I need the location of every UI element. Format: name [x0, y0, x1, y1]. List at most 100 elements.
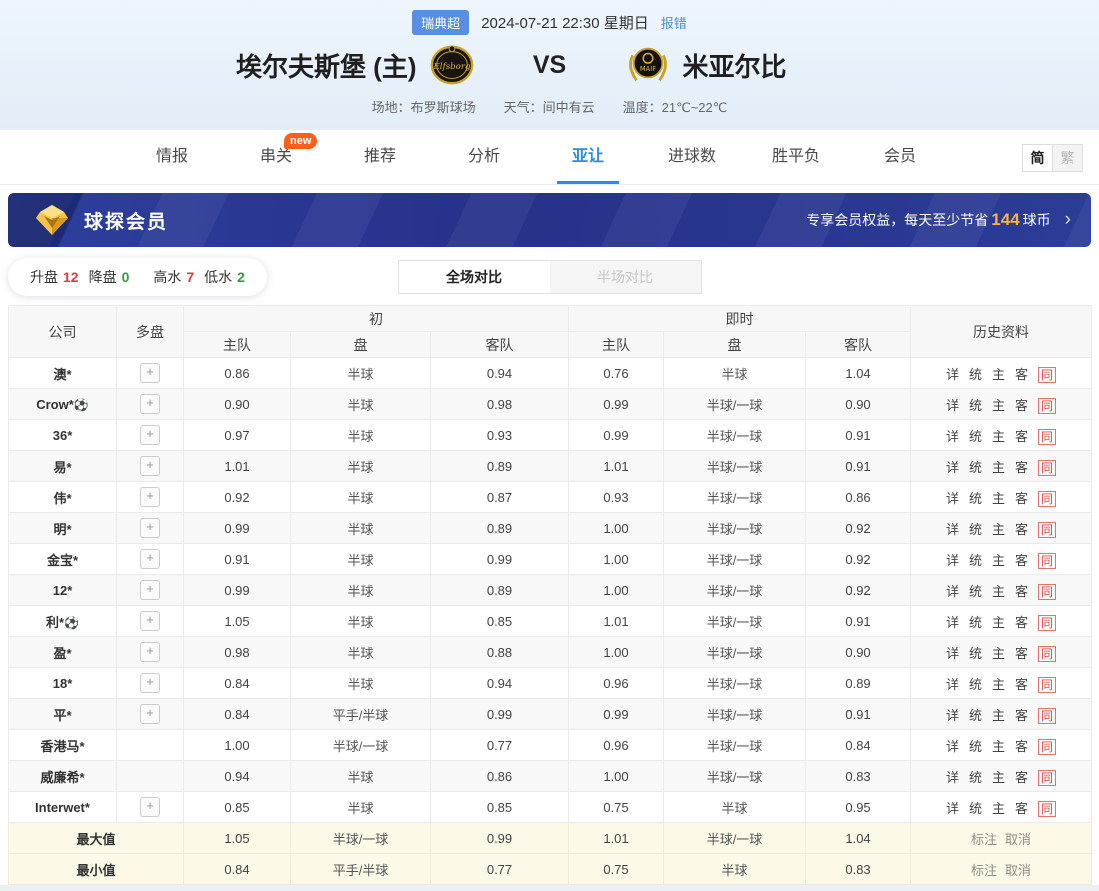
history-link-same[interactable]: 同: [1038, 677, 1056, 693]
history-link-2[interactable]: 主: [992, 522, 1005, 537]
history-link-3[interactable]: 客: [1015, 677, 1028, 692]
history-link-0[interactable]: 详: [946, 584, 959, 599]
company-name[interactable]: 香港马*: [40, 739, 84, 754]
nav-tab-0[interactable]: 情报: [120, 130, 224, 184]
history-link-same[interactable]: 同: [1038, 553, 1056, 569]
history-link-3[interactable]: 客: [1015, 584, 1028, 599]
history-link-1[interactable]: 统: [969, 367, 982, 382]
history-link-same[interactable]: 同: [1038, 708, 1056, 724]
history-link-same[interactable]: 同: [1038, 522, 1056, 538]
history-link-1[interactable]: 统: [969, 429, 982, 444]
history-link-3[interactable]: 客: [1015, 522, 1028, 537]
tab-half-match-compare[interactable]: 半场对比: [550, 261, 701, 293]
history-link-2[interactable]: 主: [992, 367, 1005, 382]
history-link-same[interactable]: 同: [1038, 770, 1056, 786]
history-link-3[interactable]: 客: [1015, 615, 1028, 630]
history-link-3[interactable]: 客: [1015, 801, 1028, 816]
company-name[interactable]: 盈*: [53, 646, 71, 661]
history-link-0[interactable]: 详: [946, 615, 959, 630]
tab-full-match-compare[interactable]: 全场对比: [399, 261, 550, 293]
history-link-2[interactable]: 主: [992, 491, 1005, 506]
history-link-same[interactable]: 同: [1038, 646, 1056, 662]
history-link-2[interactable]: 主: [992, 584, 1005, 599]
expand-plus-button[interactable]: +: [140, 704, 160, 724]
history-link-0[interactable]: 详: [946, 460, 959, 475]
lang-traditional-button[interactable]: 繁: [1052, 145, 1082, 171]
history-link-0[interactable]: 详: [946, 708, 959, 723]
history-link-1[interactable]: 统: [969, 491, 982, 506]
expand-plus-button[interactable]: +: [140, 394, 160, 414]
lang-simplified-button[interactable]: 简: [1023, 145, 1052, 171]
history-link-1[interactable]: 统: [969, 739, 982, 754]
history-link-2[interactable]: 主: [992, 429, 1005, 444]
expand-plus-button[interactable]: +: [140, 673, 160, 693]
history-link-1[interactable]: 统: [969, 553, 982, 568]
history-link-0[interactable]: 详: [946, 553, 959, 568]
history-link-3[interactable]: 客: [1015, 429, 1028, 444]
history-link-1[interactable]: 统: [969, 398, 982, 413]
history-link-0[interactable]: 详: [946, 367, 959, 382]
history-link-3[interactable]: 客: [1015, 553, 1028, 568]
nav-tab-4[interactable]: 亚让: [536, 130, 640, 184]
league-badge[interactable]: 瑞典超: [412, 10, 469, 35]
history-link-3[interactable]: 客: [1015, 770, 1028, 785]
history-link-same[interactable]: 同: [1038, 398, 1056, 414]
history-link-2[interactable]: 主: [992, 677, 1005, 692]
history-link-same[interactable]: 同: [1038, 739, 1056, 755]
history-link-3[interactable]: 客: [1015, 367, 1028, 382]
company-name[interactable]: 平*: [53, 708, 71, 723]
expand-plus-button[interactable]: +: [140, 611, 160, 631]
history-link-same[interactable]: 同: [1038, 367, 1056, 383]
history-link-0[interactable]: 详: [946, 646, 959, 661]
history-link-0[interactable]: 详: [946, 522, 959, 537]
history-link-2[interactable]: 主: [992, 646, 1005, 661]
history-link-1[interactable]: 统: [969, 770, 982, 785]
nav-tab-6[interactable]: 胜平负: [744, 130, 848, 184]
member-banner-promo[interactable]: 专享会员权益，每天至少节省 144 球币 ›: [806, 209, 1071, 231]
member-banner[interactable]: 球探会员 专享会员权益，每天至少节省 144 球币 ›: [8, 193, 1091, 247]
history-link-1[interactable]: 统: [969, 522, 982, 537]
history-link-same[interactable]: 同: [1038, 491, 1056, 507]
expand-plus-button[interactable]: +: [140, 487, 160, 507]
history-link-0[interactable]: 详: [946, 677, 959, 692]
expand-plus-button[interactable]: +: [140, 518, 160, 538]
history-link-2[interactable]: 主: [992, 739, 1005, 754]
history-link-2[interactable]: 主: [992, 553, 1005, 568]
company-name[interactable]: 金宝*: [47, 553, 78, 568]
company-name[interactable]: 伟*: [53, 491, 71, 506]
history-link-0[interactable]: 详: [946, 739, 959, 754]
history-link-1[interactable]: 统: [969, 646, 982, 661]
expand-plus-button[interactable]: +: [140, 549, 160, 569]
history-link-2[interactable]: 主: [992, 615, 1005, 630]
company-name[interactable]: 12*: [53, 583, 73, 598]
history-link-1[interactable]: 统: [969, 677, 982, 692]
history-link-1[interactable]: 统: [969, 584, 982, 599]
history-link-same[interactable]: 同: [1038, 801, 1056, 817]
nav-tab-5[interactable]: 进球数: [640, 130, 744, 184]
expand-plus-button[interactable]: +: [140, 456, 160, 476]
footer-action-1[interactable]: 取消: [1005, 832, 1031, 847]
expand-plus-button[interactable]: +: [140, 425, 160, 445]
expand-plus-button[interactable]: +: [140, 797, 160, 817]
company-name[interactable]: 36*: [53, 428, 73, 443]
history-link-0[interactable]: 详: [946, 398, 959, 413]
history-link-same[interactable]: 同: [1038, 429, 1056, 445]
history-link-3[interactable]: 客: [1015, 460, 1028, 475]
company-name[interactable]: 明*: [53, 522, 71, 537]
history-link-0[interactable]: 详: [946, 801, 959, 816]
history-link-1[interactable]: 统: [969, 460, 982, 475]
history-link-0[interactable]: 详: [946, 770, 959, 785]
history-link-1[interactable]: 统: [969, 615, 982, 630]
history-link-1[interactable]: 统: [969, 708, 982, 723]
nav-tab-1[interactable]: 串关new: [224, 130, 328, 184]
history-link-3[interactable]: 客: [1015, 398, 1028, 413]
history-link-0[interactable]: 详: [946, 429, 959, 444]
footer-action-1[interactable]: 取消: [1005, 863, 1031, 878]
history-link-3[interactable]: 客: [1015, 708, 1028, 723]
expand-plus-button[interactable]: +: [140, 580, 160, 600]
company-name[interactable]: 利*: [46, 615, 64, 630]
company-name[interactable]: 易*: [53, 460, 71, 475]
expand-plus-button[interactable]: +: [140, 642, 160, 662]
history-link-same[interactable]: 同: [1038, 460, 1056, 476]
history-link-0[interactable]: 详: [946, 491, 959, 506]
